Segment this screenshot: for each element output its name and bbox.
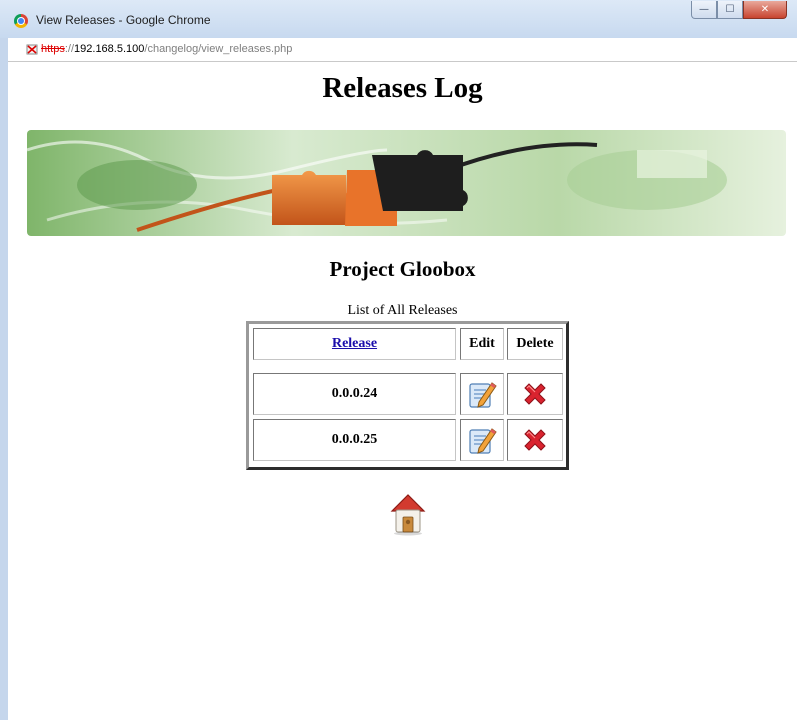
window-titlebar: View Releases - Google Chrome — ☐ ✕	[0, 0, 797, 38]
sort-release-link[interactable]: Release	[332, 336, 377, 352]
close-button[interactable]: ✕	[743, 1, 787, 19]
edit-icon[interactable]	[466, 378, 498, 410]
release-version-cell: 0.0.0.25	[253, 419, 456, 461]
broken-lock-icon	[26, 44, 38, 55]
project-title: Project Gloobox	[329, 257, 476, 281]
delete-cell	[507, 373, 563, 415]
edit-cell	[460, 373, 504, 415]
header-edit: Edit	[460, 328, 504, 360]
delete-icon[interactable]	[520, 379, 550, 409]
delete-icon[interactable]	[520, 425, 550, 455]
home-icon[interactable]	[388, 489, 428, 537]
chrome-logo-icon	[14, 14, 28, 28]
header-release: Release	[253, 328, 456, 360]
delete-cell	[507, 419, 563, 461]
window-title: View Releases - Google Chrome	[36, 13, 211, 27]
minimize-button[interactable]: —	[691, 1, 717, 19]
maximize-button[interactable]: ☐	[717, 1, 743, 19]
page-title: Releases Log	[322, 72, 483, 104]
edit-icon[interactable]	[466, 424, 498, 456]
url-text[interactable]: https://192.168.5.100/changelog/view_rel…	[41, 43, 292, 55]
edit-cell	[460, 419, 504, 461]
window-controls: — ☐ ✕	[691, 1, 787, 19]
address-bar[interactable]: https://192.168.5.100/changelog/view_rel…	[8, 38, 797, 62]
releases-table: Release Edit Delete 0.0.0.24 0.0.0.25	[246, 321, 569, 470]
header-delete: Delete	[507, 328, 563, 360]
list-caption: List of All Releases	[347, 303, 458, 318]
url-scheme: https	[41, 43, 65, 55]
release-version-cell: 0.0.0.24	[253, 373, 456, 415]
url-path: /changelog/view_releases.php	[144, 43, 293, 55]
puzzle-world-banner-image	[27, 130, 786, 236]
url-host: 192.168.5.100	[74, 43, 145, 55]
page-content: Releases Log Project Gloobox List of All	[8, 62, 797, 720]
url-separator: ://	[64, 43, 75, 55]
